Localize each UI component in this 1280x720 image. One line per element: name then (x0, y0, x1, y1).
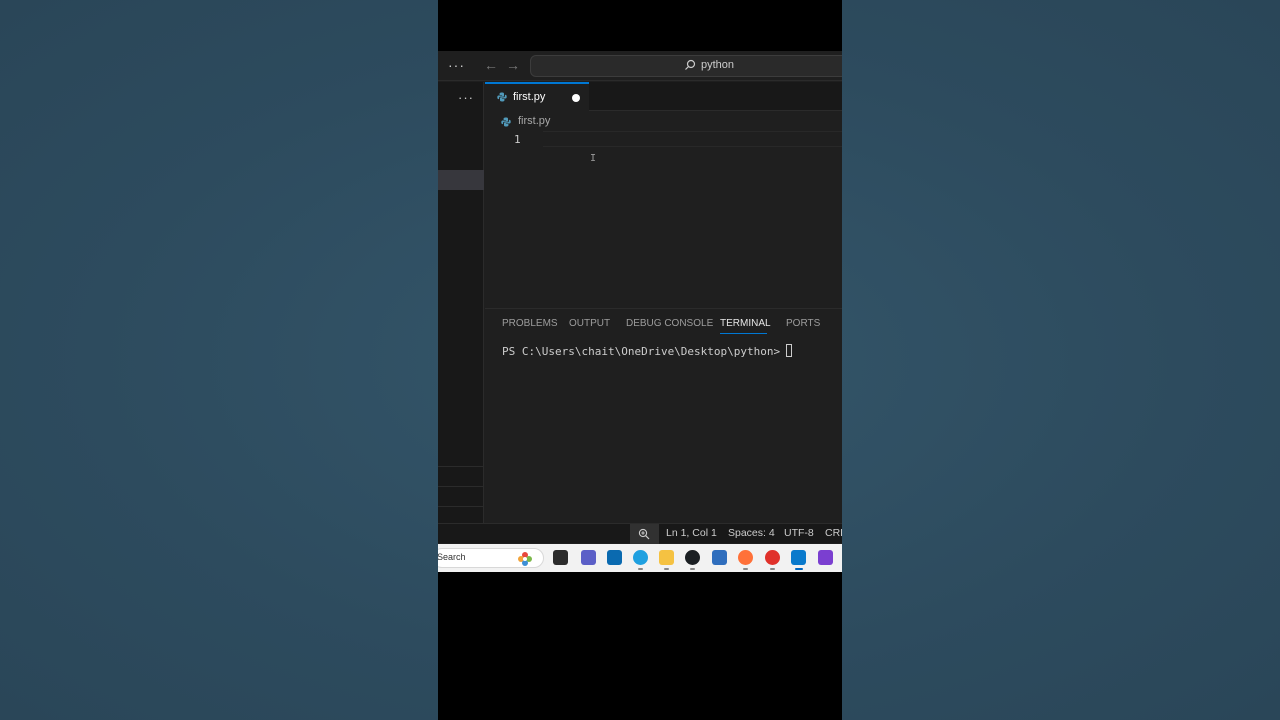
ellipsis-icon[interactable]: ··· (458, 90, 474, 105)
python-file-icon (497, 92, 507, 102)
status-encoding[interactable]: UTF-8 (784, 527, 814, 539)
status-cursor-position[interactable]: Ln 1, Col 1 (666, 527, 717, 539)
bottom-panel: PROBLEMS OUTPUT DEBUG CONSOLE TERMINAL P… (485, 308, 842, 523)
status-bar: Ln 1, Col 1 Spaces: 4 UTF-8 CRL (438, 523, 842, 544)
zoom-button[interactable] (630, 524, 659, 544)
breadcrumb-file[interactable]: first.py (518, 115, 550, 127)
explorer-sidebar: ··· (438, 82, 484, 523)
running-app-indicator (690, 568, 695, 570)
firefox-icon[interactable] (738, 550, 753, 565)
status-eol[interactable]: CRL (825, 527, 842, 539)
running-app-indicator (795, 568, 803, 570)
teams-icon[interactable] (581, 550, 596, 565)
command-center-text: python (701, 59, 735, 71)
microsoft-store-icon[interactable] (712, 550, 727, 565)
code-editor[interactable]: 1 I (485, 131, 842, 301)
task-view-icon[interactable] (553, 550, 568, 565)
search-icon (685, 59, 696, 70)
terminal-cursor (786, 344, 793, 357)
active-tab-indicator (720, 333, 767, 334)
tab-output[interactable]: OUTPUT (569, 318, 610, 329)
editor-tab-bar: first.py (485, 82, 842, 111)
running-app-indicator (743, 568, 748, 570)
wps-office-icon[interactable] (765, 550, 780, 565)
file-explorer-icon[interactable] (659, 550, 674, 565)
tab-first-py[interactable]: first.py (485, 82, 589, 111)
ellipsis-icon[interactable]: ··· (448, 57, 465, 73)
title-bar: ··· ← → python (438, 51, 842, 81)
running-app-indicator (638, 568, 643, 570)
sidebar-section-divider (438, 466, 484, 467)
tab-ports[interactable]: PORTS (786, 318, 820, 329)
search-highlight-icon (518, 552, 532, 566)
vscode-window: ··· ← → python ··· first.py first.py 1 I… (438, 51, 842, 545)
arrow-left-icon[interactable]: ← (484, 57, 498, 73)
terminal-prompt-line[interactable]: PS C:\Users\chait\OneDrive\Desktop\pytho… (502, 344, 793, 358)
arrow-right-icon[interactable]: → (506, 57, 520, 73)
dell-icon[interactable] (607, 550, 622, 565)
edge-icon[interactable] (633, 550, 648, 565)
line-number: 1 (514, 133, 521, 146)
python-file-icon (501, 117, 511, 127)
dot-icon[interactable] (572, 94, 580, 102)
terminal-prompt: PS C:\Users\chait\OneDrive\Desktop\pytho… (502, 345, 781, 358)
zoom-in-icon (638, 528, 650, 540)
running-app-indicator (770, 568, 775, 570)
command-center-search[interactable]: python (530, 55, 842, 77)
status-indentation[interactable]: Spaces: 4 (728, 527, 775, 539)
github-desktop-icon[interactable] (685, 550, 700, 565)
text-cursor-icon: I (590, 153, 597, 164)
vscode-icon[interactable] (791, 550, 806, 565)
current-line-highlight (543, 131, 842, 147)
windows-taskbar: Search (438, 544, 842, 572)
tab-terminal[interactable]: TERMINAL (720, 318, 771, 329)
sidebar-selected-item[interactable] (438, 170, 484, 190)
running-app-indicator (664, 568, 669, 570)
sidebar-section-divider (438, 506, 484, 507)
taskbar-search-text: Search (438, 552, 466, 562)
video-frame: ··· ← → python ··· first.py first.py 1 I… (438, 0, 842, 720)
sidebar-section-divider (438, 486, 484, 487)
clipchamp-icon[interactable] (818, 550, 833, 565)
taskbar-search[interactable]: Search (438, 548, 544, 568)
tab-problems[interactable]: PROBLEMS (502, 318, 558, 329)
tab-debug-console[interactable]: DEBUG CONSOLE (626, 318, 713, 329)
tab-label: first.py (513, 91, 546, 103)
